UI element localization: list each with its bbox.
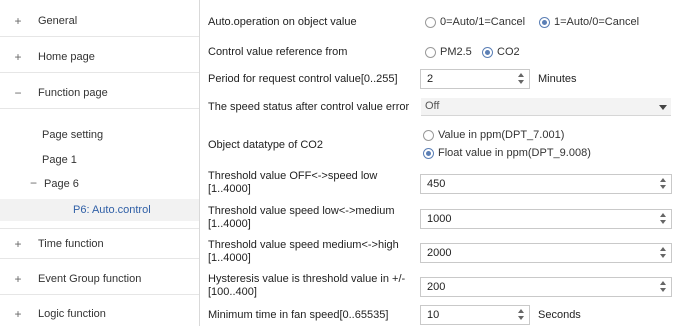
param-auto-operation: Auto.operation on object value 0=Auto/1=… xyxy=(200,12,673,32)
request-period-spinbox[interactable]: 2 xyxy=(420,69,530,89)
spinbox-value: 200 xyxy=(427,281,446,293)
param-label: Threshold value speed medium<->high xyxy=(208,239,399,251)
radio-label: CO2 xyxy=(497,46,520,58)
spin-arrows-icon[interactable] xyxy=(518,308,526,322)
expand-icon[interactable]: + xyxy=(12,15,24,27)
radio-circle-icon xyxy=(423,130,434,141)
param-label: Object datatype of CO2 xyxy=(208,139,323,151)
nav-item-label: P6: Auto.control xyxy=(73,204,151,216)
spinbox-value: 1000 xyxy=(427,213,452,225)
hysteresis-spinbox[interactable]: 200 xyxy=(420,277,672,297)
radio-circle-icon xyxy=(425,47,436,58)
nav-item-page-setting[interactable]: Page setting xyxy=(0,124,199,146)
spin-arrows-icon[interactable] xyxy=(660,246,668,260)
expand-icon[interactable]: + xyxy=(12,238,24,250)
radio-auto-option-0[interactable]: 0=Auto/1=Cancel xyxy=(425,16,540,30)
nav-item-label: Time function xyxy=(38,238,104,250)
param-co2-datatype: Object datatype of CO2 Value in ppm(DPT_… xyxy=(200,126,673,162)
spinbox-value: 450 xyxy=(427,178,446,190)
param-label: Period for request control value[0..255] xyxy=(208,73,398,85)
nav-item-page-1[interactable]: Page 1 xyxy=(0,149,199,171)
param-label: Auto.operation on object value xyxy=(208,16,357,28)
param-label: The speed status after control value err… xyxy=(208,101,410,113)
param-threshold-low-medium: Threshold value speed low<->medium [1..4… xyxy=(200,202,673,232)
spinbox-value: 10 xyxy=(427,309,440,321)
radio-label: PM2.5 xyxy=(440,46,472,58)
parameter-panel: Auto.operation on object value 0=Auto/1=… xyxy=(200,0,673,326)
param-request-period: Period for request control value[0..255]… xyxy=(200,67,673,89)
param-hysteresis: Hysteresis value is threshold value in +… xyxy=(200,270,673,300)
radio-reference-pm25[interactable]: PM2.5 xyxy=(425,46,475,60)
navigation-tree: + General + Home page − Function page Pa… xyxy=(0,0,200,326)
nav-item-label: Page 6 xyxy=(44,178,79,190)
expand-icon[interactable]: + xyxy=(12,308,24,320)
min-time-spinbox[interactable]: 10 xyxy=(420,305,530,325)
radio-datatype-dpt7[interactable]: Value in ppm(DPT_7.001) xyxy=(423,129,583,143)
collapse-icon[interactable]: − xyxy=(12,87,24,99)
nav-item-label: Function page xyxy=(38,87,108,99)
nav-item-function-page[interactable]: − Function page xyxy=(0,78,199,109)
nav-item-home-page[interactable]: + Home page xyxy=(0,42,199,73)
radio-label: 1=Auto/0=Cancel xyxy=(554,16,640,28)
param-threshold-off-low: Threshold value OFF<->speed low [1..4000… xyxy=(200,167,673,197)
param-min-time-fan-speed: Minimum time in fan speed[0..65535] 10 S… xyxy=(200,304,673,326)
threshold-medium-high-spinbox[interactable]: 2000 xyxy=(420,243,672,263)
nav-item-label: Page 1 xyxy=(42,154,77,166)
param-label: Minimum time in fan speed[0..65535] xyxy=(208,309,389,321)
radio-selected-icon xyxy=(482,47,493,58)
threshold-off-low-spinbox[interactable]: 450 xyxy=(420,174,672,194)
radio-circle-icon xyxy=(425,17,436,28)
param-label: Control value reference from xyxy=(208,46,348,58)
radio-label: 0=Auto/1=Cancel xyxy=(440,16,526,28)
param-label: Threshold value speed low<->medium xyxy=(208,205,395,217)
expand-icon[interactable]: + xyxy=(12,51,24,63)
param-range-label: [1..4000] xyxy=(208,252,251,264)
nav-item-time-function[interactable]: + Time function xyxy=(0,228,199,259)
param-threshold-medium-high: Threshold value speed medium<->high [1..… xyxy=(200,236,673,266)
spin-arrows-icon[interactable] xyxy=(660,280,668,294)
param-range-label: [1..4000] xyxy=(208,183,251,195)
chevron-down-icon[interactable] xyxy=(659,105,667,110)
unit-label: Seconds xyxy=(538,309,581,321)
radio-label: Value in ppm(DPT_7.001) xyxy=(438,129,565,141)
collapse-icon[interactable]: − xyxy=(30,177,37,190)
radio-datatype-dpt9[interactable]: Float value in ppm(DPT_9.008) xyxy=(423,147,613,161)
nav-item-logic-function[interactable]: + Logic function xyxy=(0,299,199,330)
expand-icon[interactable]: + xyxy=(12,273,24,285)
speed-status-dropdown[interactable]: Off xyxy=(421,98,671,116)
param-range-label: [1..4000] xyxy=(208,218,251,230)
nav-item-label: General xyxy=(38,15,78,27)
param-label: Threshold value OFF<->speed low xyxy=(208,170,378,182)
radio-selected-icon xyxy=(423,148,434,159)
param-control-value-reference: Control value reference from PM2.5 CO2 xyxy=(200,40,673,60)
nav-item-label: Logic function xyxy=(38,308,106,320)
unit-label: Minutes xyxy=(538,73,577,85)
spin-arrows-icon[interactable] xyxy=(660,212,668,226)
nav-item-p6-auto-control[interactable]: P6: Auto.control xyxy=(0,199,199,221)
spin-arrows-icon[interactable] xyxy=(518,72,526,86)
radio-auto-option-1[interactable]: 1=Auto/0=Cancel xyxy=(539,16,669,30)
nav-item-page-6[interactable]: − Page 6 xyxy=(0,173,199,195)
nav-item-label: Home page xyxy=(38,51,95,63)
spinbox-value: 2 xyxy=(427,73,434,85)
threshold-low-medium-spinbox[interactable]: 1000 xyxy=(420,209,672,229)
radio-label: Float value in ppm(DPT_9.008) xyxy=(438,147,591,159)
radio-selected-icon xyxy=(539,17,550,28)
param-label: Hysteresis value is threshold value in +… xyxy=(208,273,406,285)
radio-reference-co2[interactable]: CO2 xyxy=(482,46,532,60)
nav-item-general[interactable]: + General xyxy=(0,6,199,37)
spinbox-value: 2000 xyxy=(427,247,452,259)
spin-arrows-icon[interactable] xyxy=(660,177,668,191)
nav-item-label: Page setting xyxy=(42,129,104,141)
nav-item-label: Event Group function xyxy=(38,273,142,285)
param-range-label: [100..400] xyxy=(208,286,257,298)
nav-item-event-group-function[interactable]: + Event Group function xyxy=(0,264,199,295)
dropdown-value: Off xyxy=(425,100,440,112)
param-speed-status-error: The speed status after control value err… xyxy=(200,96,673,118)
